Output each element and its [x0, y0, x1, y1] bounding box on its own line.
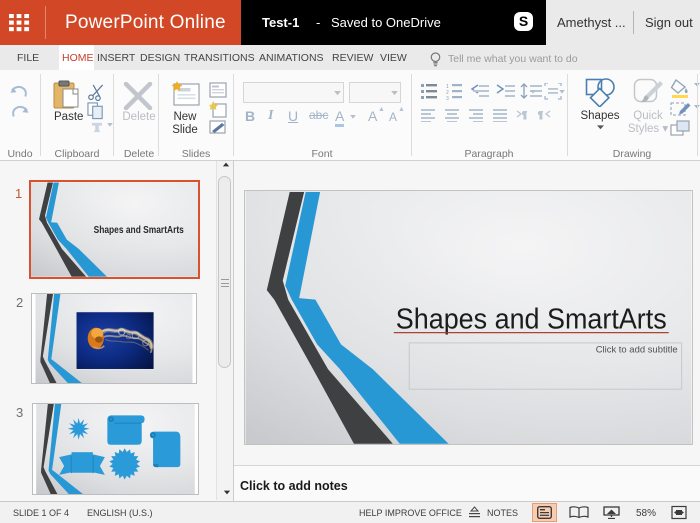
- svg-text:¶: ¶: [522, 110, 527, 120]
- svg-text:¶: ¶: [538, 110, 543, 120]
- svg-text:3: 3: [446, 96, 449, 100]
